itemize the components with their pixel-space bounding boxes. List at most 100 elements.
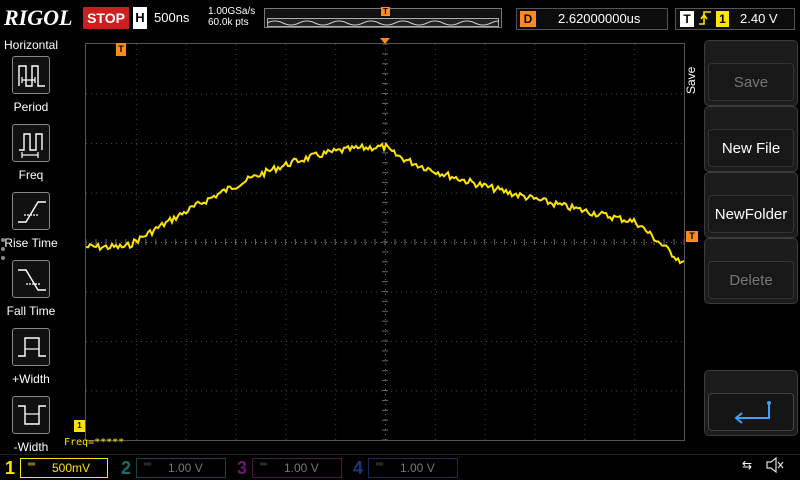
new-folder-button[interactable]: NewFolder bbox=[704, 172, 798, 238]
grid-dot bbox=[641, 242, 642, 243]
grid-dot bbox=[431, 143, 432, 144]
grid-dot bbox=[261, 93, 262, 95]
grid-dot bbox=[634, 234, 636, 235]
grid-dot bbox=[346, 143, 347, 144]
grid-dot bbox=[626, 93, 627, 95]
grid-dot bbox=[661, 192, 662, 194]
grid-dot bbox=[335, 44, 337, 45]
grid-dot bbox=[434, 94, 436, 95]
grid-dot bbox=[534, 209, 536, 210]
grid-dot bbox=[626, 390, 627, 392]
grid-dot bbox=[534, 149, 536, 150]
run-stop-status[interactable]: STOP bbox=[83, 7, 129, 29]
grid-dot bbox=[606, 341, 607, 342]
grid-dot bbox=[584, 329, 586, 330]
timebase-value[interactable]: 500ns bbox=[154, 7, 204, 29]
grid-dot bbox=[185, 134, 187, 135]
grid-dot bbox=[335, 269, 337, 270]
grid-dot bbox=[146, 192, 147, 194]
grid-dot bbox=[106, 192, 107, 194]
enter-button[interactable] bbox=[704, 370, 798, 436]
grid-dot bbox=[306, 93, 307, 95]
grid-dot bbox=[135, 124, 137, 125]
grid-dot bbox=[534, 169, 536, 170]
save-button[interactable]: Save bbox=[704, 40, 798, 106]
speaker-muted-icon[interactable] bbox=[765, 456, 785, 478]
grid-dot bbox=[676, 242, 677, 243]
grid-dot bbox=[434, 309, 436, 310]
grid-dot bbox=[385, 189, 386, 190]
grid-dot bbox=[361, 291, 362, 293]
grid-dot bbox=[101, 341, 102, 342]
grid-dot bbox=[276, 93, 277, 95]
save-menu: Save Save New File NewFolder Delete bbox=[684, 36, 800, 454]
grid-dot bbox=[171, 192, 172, 194]
grid-dot bbox=[291, 143, 292, 144]
grid-dot bbox=[385, 124, 386, 125]
grid-dot bbox=[484, 369, 486, 370]
measure-negative-width[interactable]: -Width bbox=[0, 396, 62, 460]
grid-dot bbox=[285, 199, 287, 200]
delete-button[interactable]: Delete bbox=[704, 238, 798, 304]
grid-dot bbox=[285, 389, 287, 390]
grid-dot bbox=[235, 179, 237, 180]
grid-dot bbox=[285, 134, 287, 135]
grid-dot bbox=[346, 341, 347, 342]
grid-dot bbox=[285, 104, 287, 105]
grid-dot bbox=[376, 242, 377, 243]
fall-time-icon bbox=[12, 260, 50, 298]
grid-dot bbox=[434, 129, 436, 130]
grid-dot bbox=[491, 291, 492, 293]
grid-dot bbox=[484, 389, 486, 390]
grid-dot bbox=[331, 390, 332, 392]
grid-dot bbox=[534, 224, 536, 225]
rising-edge-icon bbox=[698, 9, 712, 32]
grid-dot bbox=[335, 84, 337, 85]
ch4-number: 4 bbox=[352, 458, 363, 478]
grid-dot bbox=[521, 341, 522, 342]
measure-period[interactable]: Period bbox=[0, 56, 62, 120]
grid-dot bbox=[446, 143, 447, 144]
waveform-display[interactable] bbox=[85, 43, 685, 441]
grid-dot bbox=[256, 242, 257, 243]
grid-dot bbox=[235, 89, 237, 90]
grid-dot bbox=[235, 204, 237, 205]
grid-dot bbox=[484, 94, 486, 95]
grid-dot bbox=[111, 143, 112, 144]
grid-dot bbox=[201, 143, 202, 144]
ch1-offset-marker[interactable]: 1 bbox=[74, 420, 85, 432]
measure-fall-time[interactable]: Fall Time bbox=[0, 260, 62, 324]
channel-2[interactable]: 2 ═ 1.00 V bbox=[116, 456, 228, 480]
grid-dot bbox=[151, 143, 152, 144]
measure-positive-width[interactable]: +Width bbox=[0, 328, 62, 392]
channel-3[interactable]: 3 ═ 1.00 V bbox=[232, 456, 344, 480]
grid-dot bbox=[584, 424, 586, 425]
grid-dot bbox=[135, 349, 137, 350]
grid-dot bbox=[671, 192, 672, 194]
grid-dot bbox=[571, 341, 572, 342]
measure-rise-time[interactable]: Rise Time bbox=[0, 192, 62, 256]
delay-value: 2.62000000us bbox=[558, 11, 641, 26]
channel-4[interactable]: 4 ═ 1.00 V bbox=[348, 456, 460, 480]
grid-dot bbox=[634, 409, 636, 410]
grid-dot bbox=[166, 341, 167, 342]
channel-1[interactable]: 1 ═ 500mV bbox=[0, 456, 112, 480]
grid-dot bbox=[335, 224, 337, 225]
grid-dot bbox=[285, 324, 287, 325]
grid-dot bbox=[351, 192, 352, 194]
trigger-time-marker[interactable]: T bbox=[116, 43, 126, 56]
grid-dot bbox=[456, 143, 457, 144]
grid-dot bbox=[584, 334, 586, 335]
grid-dot bbox=[235, 84, 237, 85]
new-file-button[interactable]: New File bbox=[704, 106, 798, 172]
grid-dot bbox=[434, 74, 436, 75]
grid-dot bbox=[216, 242, 217, 243]
grid-dot bbox=[534, 64, 536, 65]
grid-dot bbox=[96, 291, 97, 293]
dc-coupling-icon: ═ bbox=[28, 459, 36, 470]
grid-dot bbox=[316, 341, 317, 342]
measure-freq[interactable]: Freq bbox=[0, 124, 62, 188]
grid-dot bbox=[451, 192, 452, 194]
grid-dot bbox=[331, 242, 332, 243]
grid-dot bbox=[335, 259, 337, 260]
